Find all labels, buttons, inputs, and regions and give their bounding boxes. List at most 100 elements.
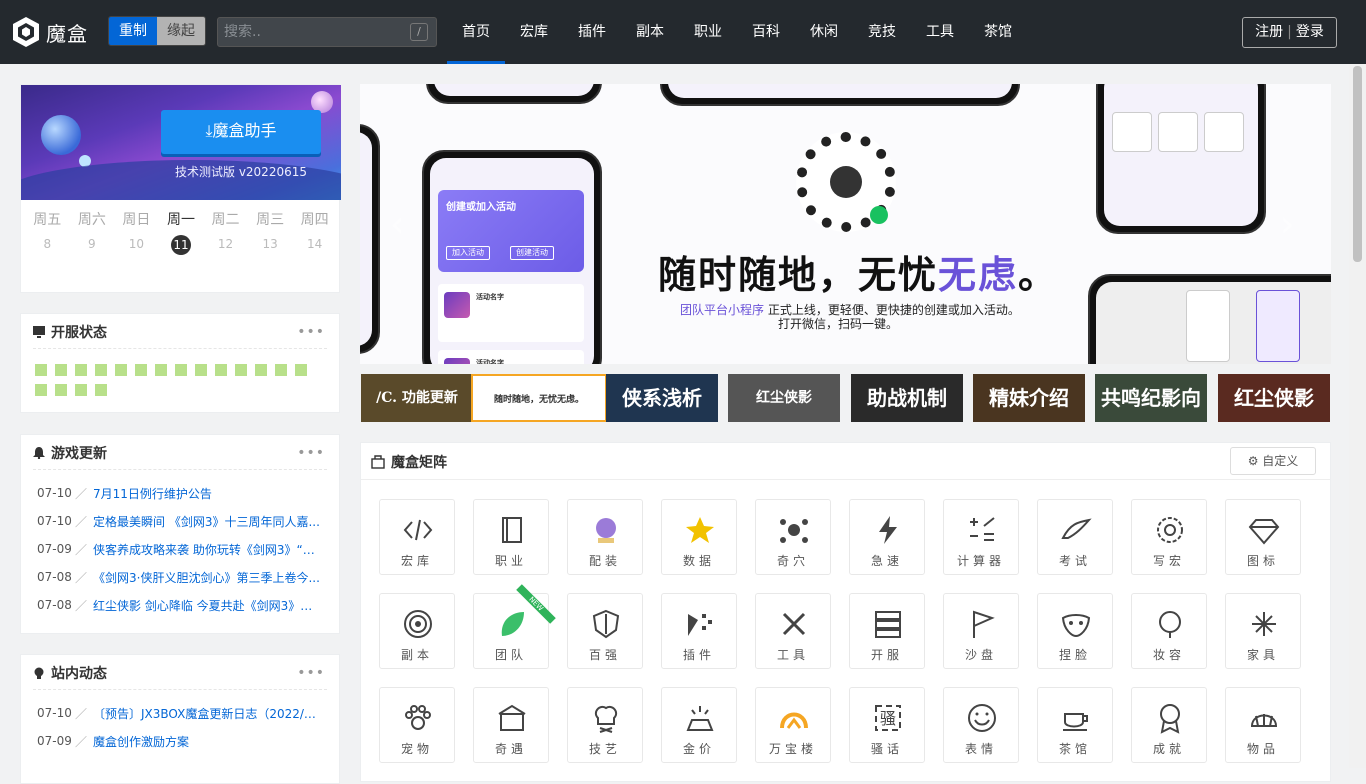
nav-plugin[interactable]: 插件 <box>563 0 621 64</box>
nav-pvp[interactable]: 竞技 <box>853 0 911 64</box>
tool-tile[interactable]: 宏库 <box>379 499 455 575</box>
carousel-thumb[interactable]: 红尘侠影 <box>1218 374 1330 422</box>
list-item[interactable]: 07-10 ／ 定格最美瞬间 《剑网3》十三周年同人嘉... <box>37 507 327 535</box>
tool-tile[interactable]: 奇穴 <box>755 499 831 575</box>
nav-macro[interactable]: 宏库 <box>505 0 563 64</box>
tool-tile[interactable]: 职业 <box>473 499 549 575</box>
tool-tile[interactable]: 百强 <box>567 593 643 669</box>
list-item[interactable]: 07-10 ／ 〔预告〕JX3BOX魔盒更新日志（2022/7/... <box>37 699 327 727</box>
hero-carousel[interactable]: 创建或加入活动 加入活动 创建活动 活动名字 活动名字 随时随地，无忧无虑。 团… <box>360 84 1331 364</box>
carousel-next-icon[interactable]: › <box>1280 204 1294 245</box>
list-item[interactable]: 07-08 ／ 《剑网3·侠肝义胆沈剑心》第三季上卷今... <box>37 563 327 591</box>
news-title[interactable]: 《剑网3·侠肝义胆沈剑心》第三季上卷今... <box>93 569 323 586</box>
tool-tile[interactable]: 插件 <box>661 593 737 669</box>
news-title[interactable]: 红尘侠影 剑心降临 今夏共赴《剑网3》全... <box>93 597 323 614</box>
scrollbar-thumb[interactable] <box>1353 66 1362 262</box>
tool-tile[interactable]: 团队 NEW <box>473 584 556 669</box>
nav-leisure[interactable]: 休闲 <box>795 0 853 64</box>
tool-tile[interactable]: 开服 <box>849 593 925 669</box>
nav-class[interactable]: 职业 <box>679 0 737 64</box>
server-status-square[interactable] <box>75 384 87 396</box>
tool-tile[interactable]: 捏脸 <box>1037 593 1113 669</box>
tool-tile[interactable]: 宠物 <box>379 687 455 763</box>
list-item[interactable]: 07-09 ／ 魔盒创作激励方案 <box>37 727 327 755</box>
calendar-day[interactable]: 周六 9 <box>72 209 112 255</box>
calendar-day-today[interactable]: 周一 11 <box>161 209 201 255</box>
tool-tile[interactable]: 万宝楼 <box>755 687 831 763</box>
tool-tile[interactable]: 金价 <box>661 687 737 763</box>
nav-tools[interactable]: 工具 <box>911 0 969 64</box>
page-scrollbar[interactable] <box>1349 64 1366 768</box>
tool-tile[interactable]: 急速 <box>849 499 925 575</box>
news-title[interactable]: 〔预告〕JX3BOX魔盒更新日志（2022/7/... <box>93 705 323 722</box>
tool-tile[interactable]: 家具 <box>1225 593 1301 669</box>
news-title[interactable]: 侠客养成攻略来袭 助你玩转《剑网3》“红... <box>93 541 323 558</box>
carousel-thumb[interactable]: 精妹介绍 <box>973 374 1085 422</box>
carousel-thumb[interactable]: 共鸣纪影向 <box>1095 374 1207 422</box>
carousel-thumb[interactable]: 侠系浅析 <box>606 374 718 422</box>
version-remake-tab[interactable]: 重制 <box>109 17 157 45</box>
more-icon[interactable]: ••• <box>297 665 325 681</box>
server-status-square[interactable] <box>55 364 67 376</box>
tool-tile[interactable]: 沙盘 <box>943 593 1019 669</box>
server-status-square[interactable] <box>195 364 207 376</box>
calendar-day[interactable]: 周五 8 <box>27 209 67 255</box>
nav-home[interactable]: 首页 <box>447 0 505 64</box>
tool-tile[interactable]: 数据 <box>661 499 737 575</box>
list-item[interactable]: 07-09 ／ 侠客养成攻略来袭 助你玩转《剑网3》“红... <box>37 535 327 563</box>
news-title[interactable]: 定格最美瞬间 《剑网3》十三周年同人嘉... <box>93 513 323 530</box>
register-link[interactable]: 注册 <box>1255 24 1283 40</box>
server-status-square[interactable] <box>35 364 47 376</box>
tool-tile[interactable]: 配装 <box>567 499 643 575</box>
server-status-square[interactable] <box>235 364 247 376</box>
list-item[interactable]: 07-10 ／ 7月11日例行维护公告 <box>37 479 327 507</box>
tool-tile[interactable]: 物品 <box>1225 687 1301 763</box>
tool-tile[interactable]: 茶馆 <box>1037 687 1113 763</box>
carousel-thumb[interactable]: /C. 功能更新 <box>361 374 473 422</box>
carousel-thumb-active[interactable]: 随时随地，无忧无虑。 <box>471 374 607 422</box>
server-status-square[interactable] <box>115 364 127 376</box>
carousel-thumb[interactable]: 红尘侠影 <box>728 374 840 422</box>
server-status-square[interactable] <box>275 364 287 376</box>
tool-tile[interactable]: 图标 <box>1225 499 1301 575</box>
tool-tile[interactable]: 计算器 <box>943 499 1019 575</box>
server-status-square[interactable] <box>175 364 187 376</box>
tool-tile[interactable]: 表情 <box>943 687 1019 763</box>
tool-tile[interactable]: 骚骚话 <box>849 687 925 763</box>
server-status-square[interactable] <box>75 364 87 376</box>
server-status-square[interactable] <box>55 384 67 396</box>
list-item[interactable]: 07-08 ／ 红尘侠影 剑心降临 今夏共赴《剑网3》全... <box>37 591 327 619</box>
carousel-prev-icon[interactable]: ‹ <box>390 204 404 245</box>
tool-tile[interactable]: 考试 <box>1037 499 1113 575</box>
carousel-thumb[interactable]: 助战机制 <box>851 374 963 422</box>
server-status-square[interactable] <box>135 364 147 376</box>
server-status-square[interactable] <box>155 364 167 376</box>
server-status-square[interactable] <box>215 364 227 376</box>
server-status-square[interactable] <box>35 384 47 396</box>
calendar-day[interactable]: 周三 13 <box>250 209 290 255</box>
tool-tile[interactable]: 写宏 <box>1131 499 1207 575</box>
search-input[interactable] <box>218 18 398 46</box>
miniprogram-link[interactable]: 团队平台小程序 <box>680 303 764 317</box>
tool-tile[interactable]: 工具 <box>755 593 831 669</box>
tool-tile[interactable]: 技艺 <box>567 687 643 763</box>
server-status-square[interactable] <box>95 384 107 396</box>
server-status-square[interactable] <box>255 364 267 376</box>
news-title[interactable]: 魔盒创作激励方案 <box>93 733 323 750</box>
nav-wiki[interactable]: 百科 <box>737 0 795 64</box>
tool-tile[interactable]: 成就 <box>1131 687 1207 763</box>
tool-tile[interactable]: 副本 <box>379 593 455 669</box>
logo[interactable]: 魔盒 <box>12 16 88 48</box>
login-link[interactable]: 登录 <box>1296 24 1324 40</box>
nav-dungeon[interactable]: 副本 <box>621 0 679 64</box>
calendar-day[interactable]: 周二 12 <box>206 209 246 255</box>
customize-button[interactable]: ⚙ 自定义 <box>1230 447 1316 475</box>
nav-teahouse[interactable]: 茶馆 <box>969 0 1027 64</box>
calendar-day[interactable]: 周四 14 <box>295 209 335 255</box>
server-status-square[interactable] <box>295 364 307 376</box>
version-origin-tab[interactable]: 缘起 <box>157 17 205 45</box>
tool-tile[interactable]: 奇遇 <box>473 687 549 763</box>
download-assistant-button[interactable]: ⤓魔盒助手 <box>161 110 321 154</box>
calendar-day[interactable]: 周日 10 <box>116 209 156 255</box>
news-title[interactable]: 7月11日例行维护公告 <box>93 485 323 502</box>
